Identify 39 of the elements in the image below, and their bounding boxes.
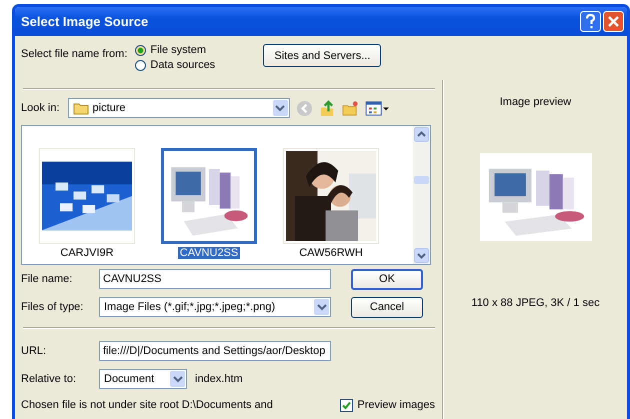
scrollbar[interactable] <box>413 126 430 264</box>
look-in-dropdown[interactable]: picture <box>68 98 290 118</box>
close-icon[interactable] <box>603 11 624 32</box>
site-root-note: Chosen file is not under site root D:\Documents and <box>21 399 273 411</box>
scroll-up-icon[interactable] <box>414 127 429 142</box>
help-icon[interactable] <box>580 11 601 32</box>
file-name-label: File name: <box>21 273 74 285</box>
radio-option[interactable]: File system <box>135 44 206 56</box>
file-name-field[interactable]: CAVNU2SS <box>99 269 331 289</box>
look-in-label: Look in: <box>21 102 60 114</box>
up-folder-icon[interactable] <box>318 100 336 116</box>
check-icon <box>341 400 352 410</box>
file-thumbnail[interactable]: CARJVI9R <box>39 148 135 264</box>
new-folder-icon[interactable] <box>342 100 359 116</box>
image-info: 110 x 88 JPEG, 3K / 1 sec <box>471 297 600 309</box>
ok-button[interactable]: OK <box>351 268 423 290</box>
url-field[interactable]: file:///D|/Documents and Settings/aor/Desktop <box>99 341 331 361</box>
scroll-down-icon[interactable] <box>414 248 429 263</box>
document-file-text: index.htm <box>195 373 243 385</box>
radio-option[interactable]: Data sources <box>135 59 216 71</box>
preview-title: Image preview <box>500 96 572 108</box>
file-type-dropdown[interactable]: Image Files (*.gif;*.jpg;*.jpeg;*.png) <box>99 297 331 317</box>
file-type-label: Files of type: <box>21 301 84 313</box>
folder-icon <box>72 102 89 114</box>
relative-to-label: Relative to: <box>21 373 78 385</box>
view-menu-icon[interactable] <box>364 100 390 116</box>
file-name: CAW56RWH <box>298 247 364 259</box>
window-title: Select Image Source <box>21 14 148 29</box>
relative-to-dropdown[interactable]: Document <box>99 369 187 389</box>
file-name: CAVNU2SS <box>178 247 240 259</box>
url-label: URL: <box>21 345 48 357</box>
file-thumbnail[interactable]: CAVNU2SS <box>161 148 257 264</box>
file-name: CARJVI9R <box>59 247 115 259</box>
sites-and-servers-button[interactable]: Sites and Servers... <box>263 44 382 67</box>
preview-images-checkbox[interactable]: Preview images <box>340 398 435 412</box>
source-label: Select file name from: <box>21 48 128 60</box>
cancel-button[interactable]: Cancel <box>351 296 423 318</box>
scroll-thumb[interactable] <box>414 176 429 184</box>
file-thumbnail[interactable]: CAW56RWH <box>283 148 379 264</box>
